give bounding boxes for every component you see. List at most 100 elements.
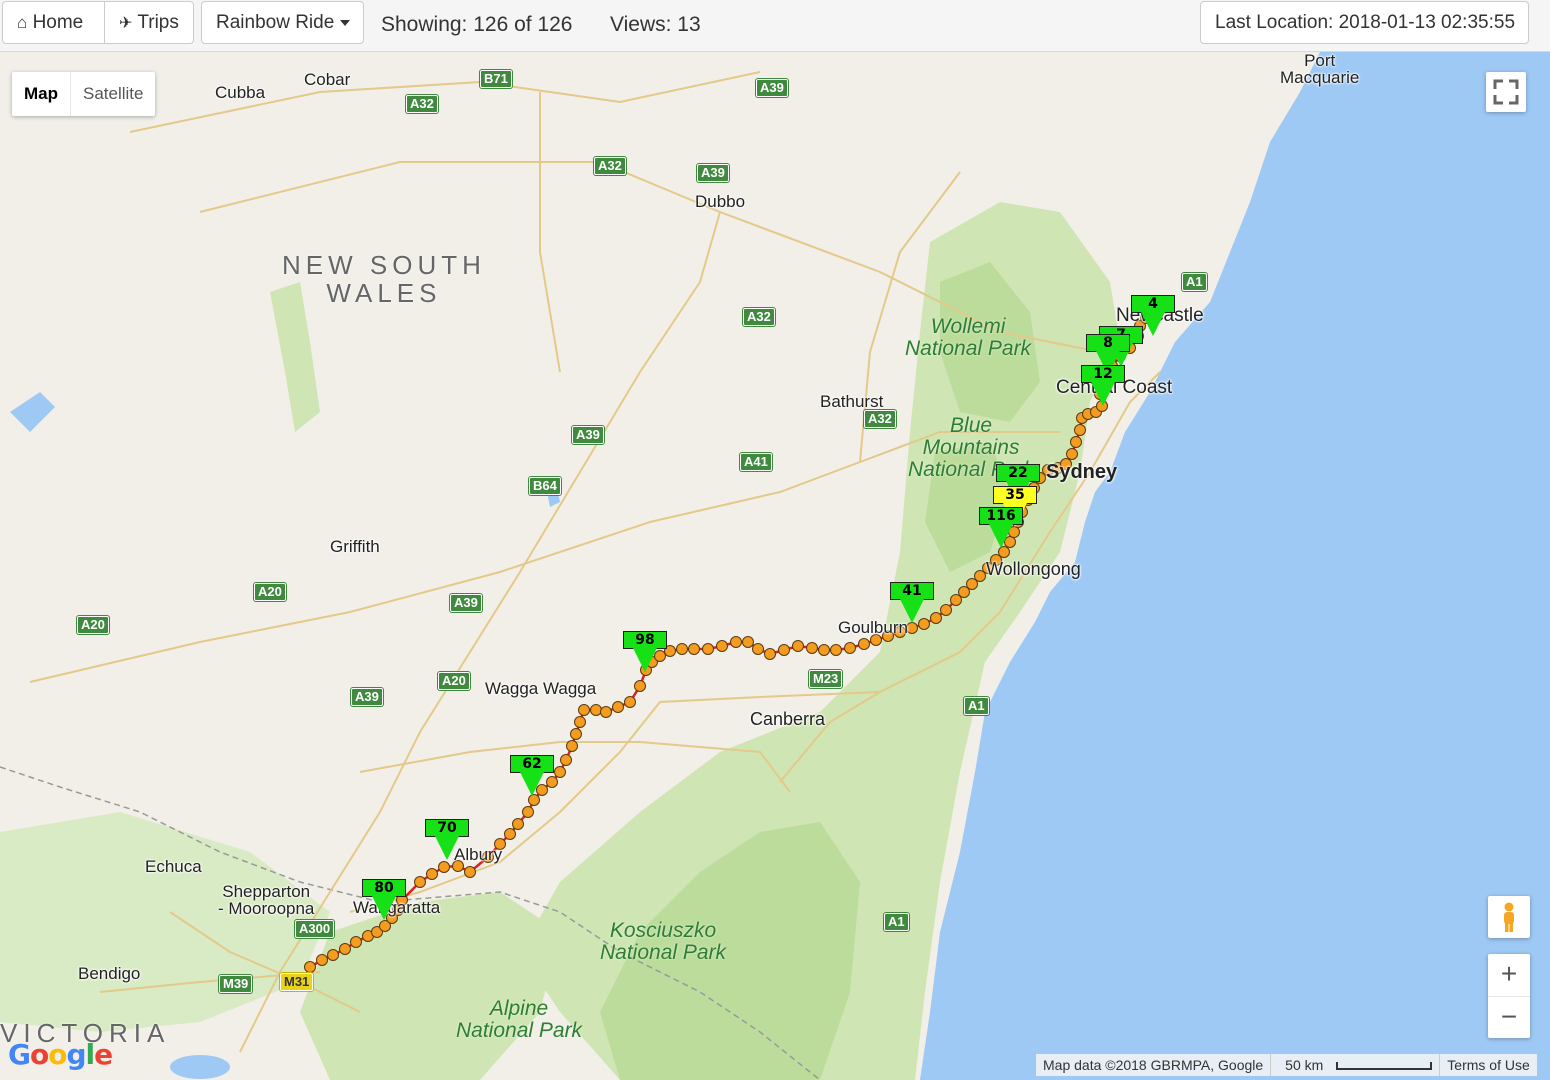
waypoint-dot[interactable] [818, 644, 830, 656]
trip-marker[interactable]: 62 [510, 755, 554, 797]
marker-number: 98 [623, 631, 667, 649]
waypoint-dot[interactable] [464, 866, 476, 878]
waypoint-dot[interactable] [612, 701, 624, 713]
road-shield: A41 [740, 453, 772, 471]
waypoint-dot[interactable] [560, 754, 572, 766]
road-shield: A20 [254, 583, 286, 601]
label-wagga-wagga: Wagga Wagga [485, 679, 597, 698]
waypoint-dot[interactable] [522, 806, 534, 818]
minus-icon: − [1500, 1001, 1518, 1032]
trip-marker[interactable]: 80 [362, 879, 406, 921]
waypoint-dot[interactable] [676, 643, 688, 655]
waypoint-dot[interactable] [830, 644, 842, 656]
road-shield: M23 [809, 670, 843, 688]
label-canberra: Canberra [750, 709, 826, 729]
home-label: Home [32, 12, 84, 33]
label-nsw: NEW SOUTH WALES [282, 250, 486, 308]
trip-selector-dropdown[interactable]: Rainbow Ride [201, 1, 364, 44]
waypoint-dot[interactable] [350, 936, 362, 948]
marker-pin-icon [1091, 382, 1115, 406]
trip-marker[interactable]: 41 [890, 582, 934, 624]
waypoint-dot[interactable] [304, 961, 316, 973]
waypoint-dot[interactable] [316, 954, 328, 966]
zoom-out-button[interactable]: − [1488, 997, 1530, 1039]
marker-pin-icon [435, 836, 459, 860]
marker-pin-icon [372, 896, 396, 920]
marker-number: 4 [1131, 295, 1175, 313]
waypoint-dot[interactable] [858, 638, 870, 650]
waypoint-dot[interactable] [716, 640, 728, 652]
marker-number: 22 [996, 464, 1040, 482]
waypoint-dot[interactable] [574, 716, 586, 728]
plane-icon: ✈ [119, 15, 133, 32]
marker-pin-icon [989, 524, 1013, 548]
map-type-satellite-button[interactable]: Satellite [71, 72, 155, 116]
waypoint-dot[interactable] [578, 704, 590, 716]
pegman-icon [1504, 902, 1514, 932]
marker-pin-icon [520, 772, 544, 796]
label-wollongong: Wollongong [986, 559, 1081, 579]
waypoint-dot[interactable] [554, 766, 566, 778]
road-shield: M39 [219, 975, 253, 993]
home-button[interactable]: ⌂ Home [2, 1, 105, 44]
map-type-control: Map Satellite [12, 72, 156, 116]
waypoint-dot[interactable] [414, 876, 426, 888]
road-shield: A32 [864, 410, 896, 428]
trip-marker[interactable]: 98 [623, 631, 667, 673]
waypoint-dot[interactable] [600, 706, 612, 718]
waypoint-dot[interactable] [590, 704, 602, 716]
waypoint-dot[interactable] [339, 943, 351, 955]
trip-marker[interactable]: 116 [979, 507, 1023, 549]
waypoint-dot[interactable] [792, 640, 804, 652]
map-type-map-button[interactable]: Map [12, 72, 71, 116]
zoom-in-button[interactable]: + [1488, 954, 1530, 997]
waypoint-dot[interactable] [634, 680, 646, 692]
label-griffith: Griffith [330, 537, 380, 556]
waypoint-dot[interactable] [844, 642, 856, 654]
views-count: Views: 13 [610, 13, 701, 36]
waypoint-dot[interactable] [624, 696, 636, 708]
road-shield: A32 [406, 95, 438, 113]
waypoint-dot[interactable] [940, 604, 952, 616]
waypoint-dot[interactable] [426, 868, 438, 880]
waypoint-dot[interactable] [1070, 436, 1082, 448]
waypoint-dot[interactable] [438, 861, 450, 873]
waypoint-dot[interactable] [742, 636, 754, 648]
waypoint-dot[interactable] [806, 642, 818, 654]
waypoint-dot[interactable] [906, 622, 918, 634]
waypoint-dot[interactable] [1066, 448, 1078, 460]
waypoint-dot[interactable] [570, 728, 582, 740]
marker-pin-icon [633, 648, 657, 672]
waypoint-dot[interactable] [1074, 424, 1086, 436]
road-shield: A39 [697, 164, 729, 182]
waypoint-dot[interactable] [512, 818, 524, 830]
waypoint-dot[interactable] [504, 828, 516, 840]
scale-bar [1336, 1062, 1433, 1071]
road-shield: B71 [480, 70, 512, 88]
road-shield: A20 [438, 672, 470, 690]
terms-link[interactable]: Terms of Use [1439, 1054, 1536, 1076]
last-location-button[interactable]: Last Location: 2018-01-13 02:35:55 [1200, 1, 1529, 44]
waypoint-dot[interactable] [764, 648, 776, 660]
waypoint-dot[interactable] [688, 643, 700, 655]
label-kosciuszko: Kosciuszko National Park [600, 919, 727, 964]
fullscreen-icon [1493, 79, 1519, 105]
caret-down-icon [340, 19, 351, 26]
waypoint-dot[interactable] [702, 643, 714, 655]
trip-marker[interactable]: 70 [425, 819, 469, 861]
road-shield: B64 [529, 477, 561, 495]
waypoint-dot[interactable] [752, 643, 764, 655]
street-view-pegman[interactable] [1488, 896, 1530, 938]
waypoint-dot[interactable] [730, 636, 742, 648]
trips-button[interactable]: ✈ Trips [104, 1, 194, 44]
marker-number: 35 [993, 486, 1037, 504]
road-shield: A39 [572, 426, 604, 444]
waypoint-dot[interactable] [778, 644, 790, 656]
scale-indicator[interactable]: 50 km [1270, 1054, 1439, 1076]
waypoint-dot[interactable] [566, 740, 578, 752]
trip-marker[interactable]: 12 [1081, 365, 1125, 407]
fullscreen-button[interactable] [1486, 72, 1526, 112]
waypoint-dot[interactable] [327, 949, 339, 961]
map-canvas[interactable]: Port Macquarie Cobar Cubba Dubbo NEW SOU… [0, 52, 1550, 1080]
label-echuca: Echuca [145, 857, 202, 876]
